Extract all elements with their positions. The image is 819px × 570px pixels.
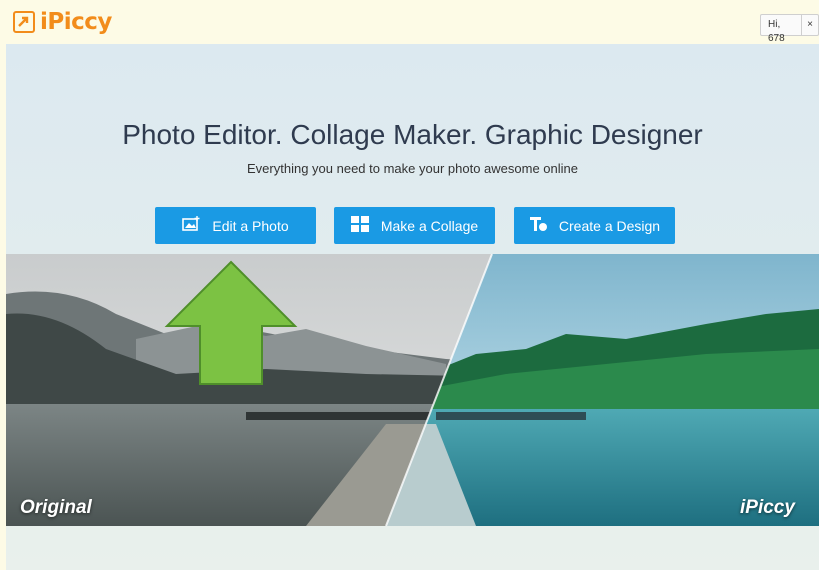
create-design-button[interactable]: Create a Design: [514, 207, 675, 244]
design-icon: [529, 216, 547, 235]
page-subtitle: Everything you need to make your photo a…: [247, 161, 578, 176]
user-greeting[interactable]: Hi, 678: [761, 15, 801, 44]
logo-text: iPiccy: [40, 9, 112, 35]
original-label: Original: [20, 497, 92, 518]
page-title: Photo Editor. Collage Maker. Graphic Des…: [122, 119, 703, 150]
create-design-label: Create a Design: [558, 217, 661, 234]
before-after-photo: [6, 254, 819, 526]
collage-icon: [350, 216, 369, 235]
make-collage-button[interactable]: Make a Collage: [334, 207, 495, 244]
make-collage-label: Make a Collage: [380, 217, 479, 234]
close-icon[interactable]: ×: [801, 15, 818, 35]
top-bar: iPiccy Hi, 678 ×: [0, 0, 819, 44]
ipiccy-label: iPiccy: [740, 497, 795, 518]
logo[interactable]: iPiccy: [13, 9, 112, 35]
user-menu[interactable]: Hi, 678 ×: [760, 14, 819, 44]
up-arrow-icon: [160, 218, 302, 391]
logo-icon: [13, 11, 35, 33]
